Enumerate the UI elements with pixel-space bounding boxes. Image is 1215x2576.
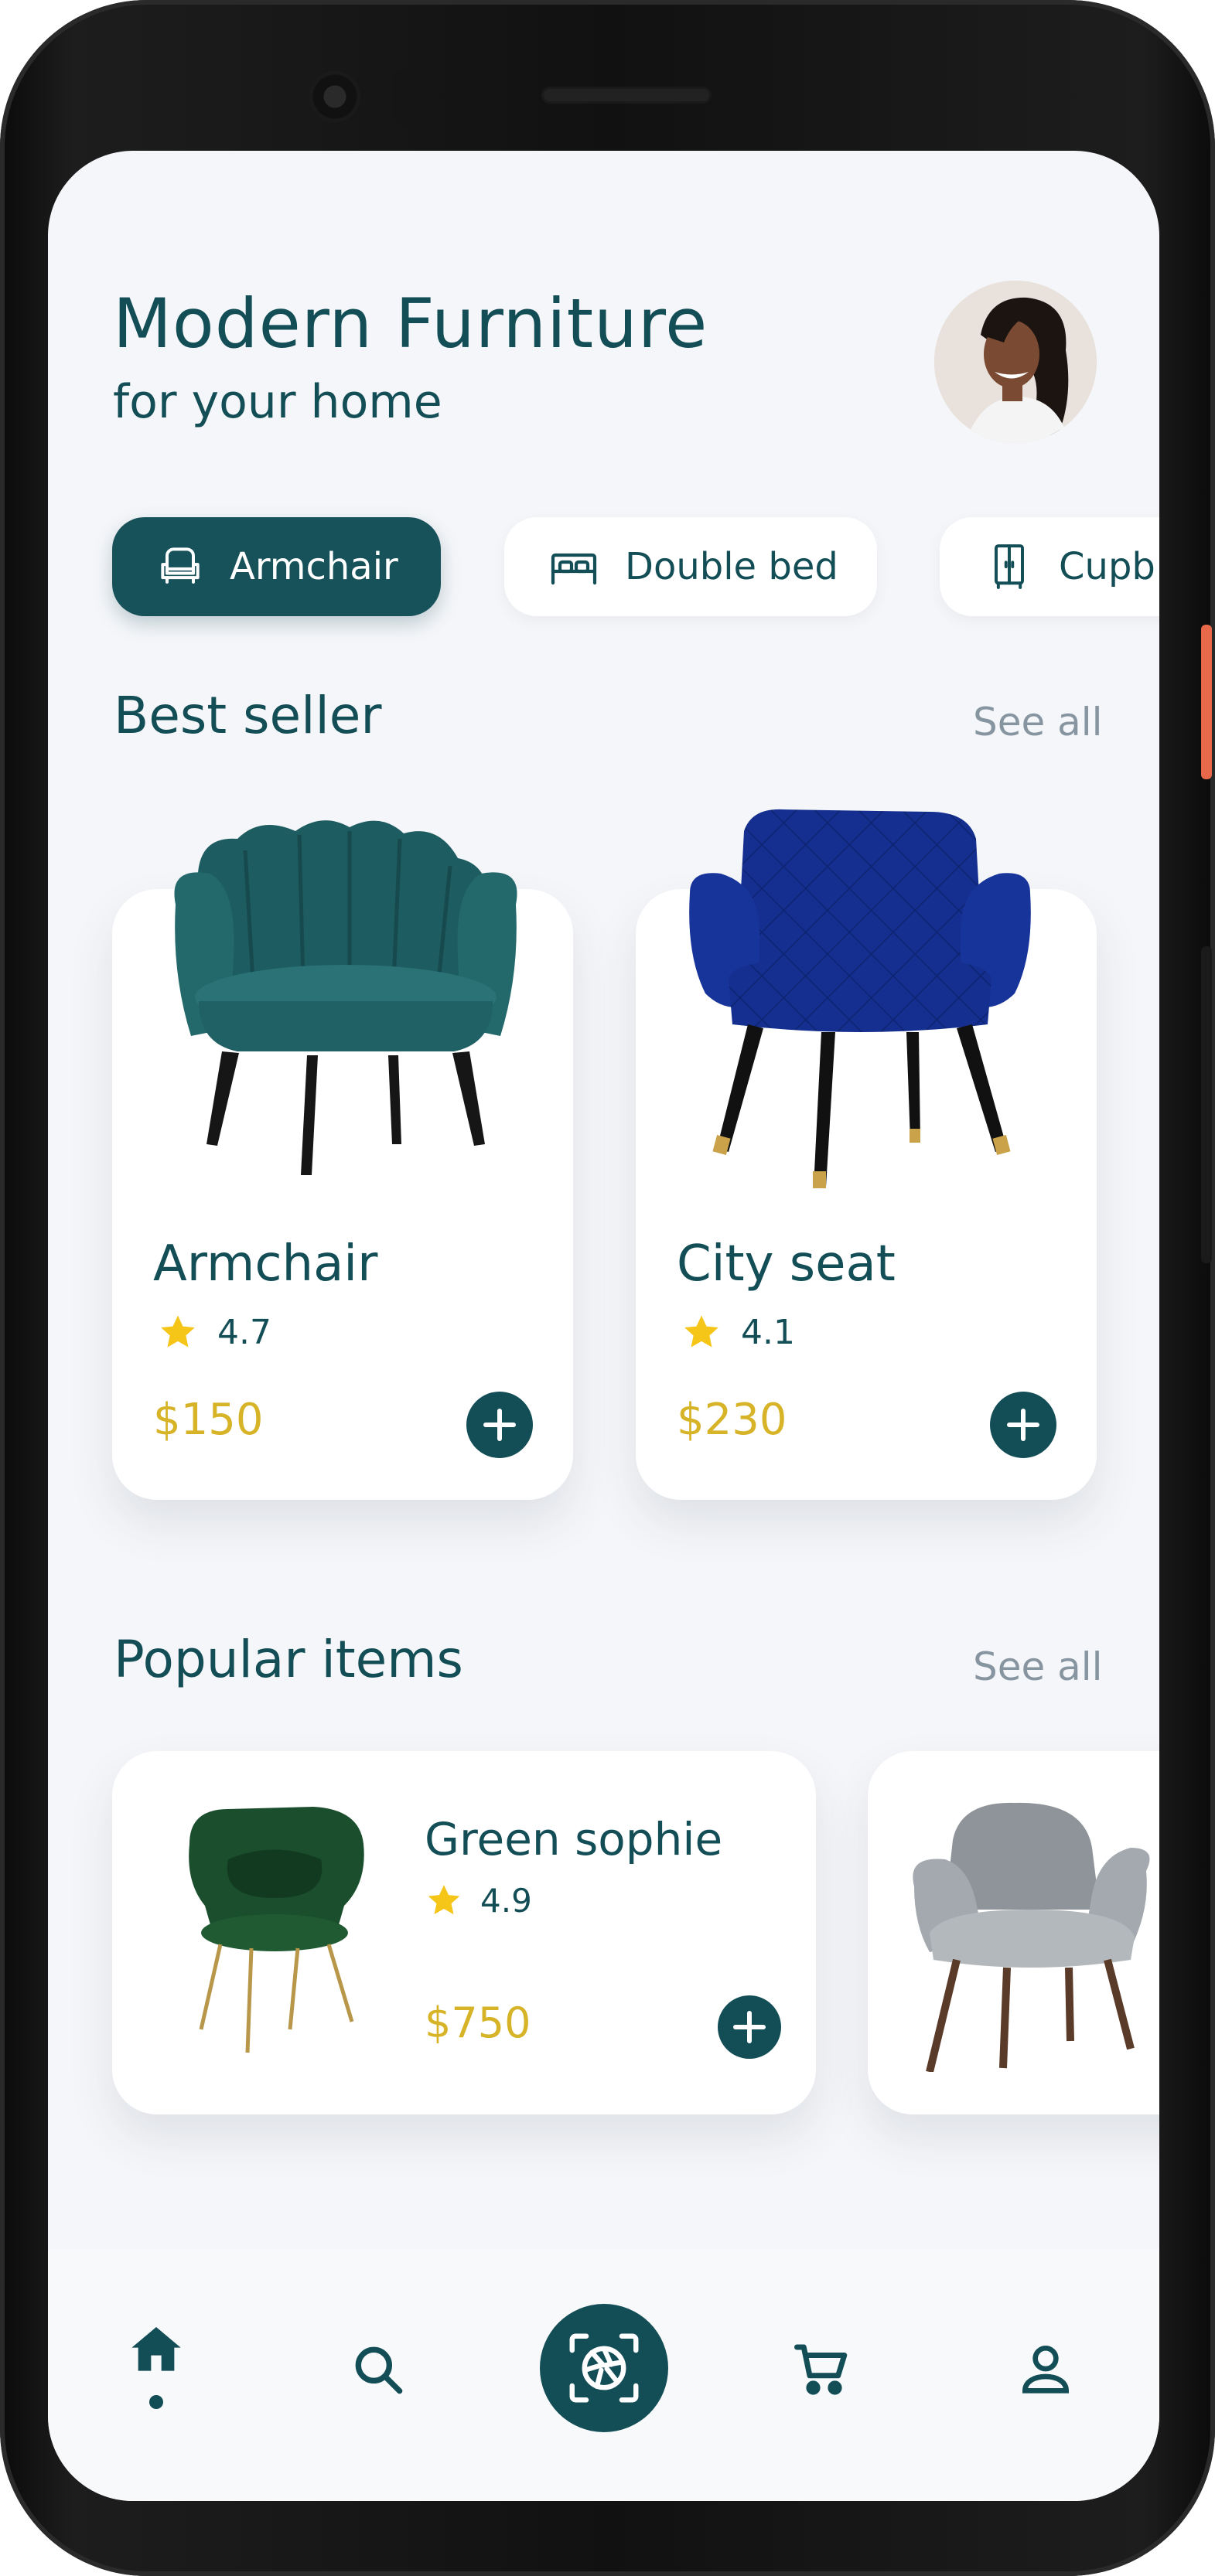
nav-home[interactable] xyxy=(125,2319,187,2409)
rating-value: 4.9 xyxy=(480,1881,532,1920)
add-to-cart-button[interactable] xyxy=(466,1392,533,1458)
profile-icon xyxy=(1022,2346,1070,2394)
power-button xyxy=(1201,625,1212,779)
star-icon xyxy=(684,1315,718,1348)
nav-profile[interactable] xyxy=(1015,2338,1077,2400)
best-seller-title: Best seller xyxy=(114,686,382,745)
rating-value: 4.7 xyxy=(217,1312,271,1352)
sensor xyxy=(393,68,422,127)
volume-button xyxy=(1201,946,1212,1263)
best-seller-see-all-link[interactable]: See all xyxy=(973,700,1103,745)
category-label: Armchair xyxy=(230,545,398,588)
front-camera xyxy=(309,71,360,122)
nav-search[interactable] xyxy=(348,2339,410,2401)
category-label: Cupb xyxy=(1059,545,1155,588)
popular-item-card[interactable] xyxy=(868,1751,1159,2114)
armchair-icon xyxy=(161,547,200,584)
earpiece-speaker xyxy=(541,87,712,104)
cupboard-icon xyxy=(995,544,1024,589)
category-chip-double-bed[interactable]: Double bed xyxy=(504,517,877,616)
page-subtitle: for your home xyxy=(113,375,442,429)
navy-chair-image xyxy=(689,809,1031,1188)
app-screen: Modern Furniture for your home Armchair xyxy=(48,151,1159,2501)
add-to-cart-button[interactable] xyxy=(718,1995,781,2059)
product-rating: 4.1 xyxy=(681,1311,795,1353)
product-name: City seat xyxy=(677,1235,896,1293)
star-icon xyxy=(161,1315,195,1348)
product-name: Armchair xyxy=(153,1235,378,1293)
avatar[interactable] xyxy=(934,281,1097,443)
product-name: Green sophie xyxy=(425,1813,723,1866)
star-icon xyxy=(428,1885,460,1915)
popular-items-see-all-link[interactable]: See all xyxy=(973,1644,1103,1689)
camera-scan-icon xyxy=(569,2333,639,2403)
product-rating: 4.7 xyxy=(157,1311,271,1353)
product-price: $150 xyxy=(153,1395,264,1445)
teal-armchair-image xyxy=(174,820,517,1175)
nav-camera-scan-button[interactable] xyxy=(540,2304,668,2432)
rating-value: 4.1 xyxy=(741,1312,795,1352)
category-chip-cupboard[interactable]: Cupb xyxy=(940,517,1159,616)
popular-item-card[interactable]: Green sophie 4.9 $750 xyxy=(112,1751,816,2114)
bottom-navigation xyxy=(48,2250,1159,2501)
green-chair-image xyxy=(189,1807,364,2053)
page-title: Modern Furniture xyxy=(113,284,708,363)
cart-icon xyxy=(794,2344,848,2395)
nav-cart[interactable] xyxy=(789,2336,854,2401)
popular-items-title: Popular items xyxy=(114,1630,463,1689)
category-chip-armchair[interactable]: Armchair xyxy=(112,517,441,616)
search-icon xyxy=(355,2346,403,2394)
product-price: $750 xyxy=(425,1998,531,2047)
add-to-cart-button[interactable] xyxy=(990,1392,1056,1458)
category-label: Double bed xyxy=(625,545,838,588)
phone-frame: Modern Furniture for your home Armchair xyxy=(0,0,1215,2576)
product-price: $230 xyxy=(677,1395,787,1445)
product-rating: 4.9 xyxy=(425,1881,532,1920)
gray-chair-image xyxy=(913,1802,1150,2072)
active-indicator-dot xyxy=(149,2395,163,2409)
bed-icon xyxy=(551,553,597,585)
home-icon xyxy=(131,2327,181,2371)
